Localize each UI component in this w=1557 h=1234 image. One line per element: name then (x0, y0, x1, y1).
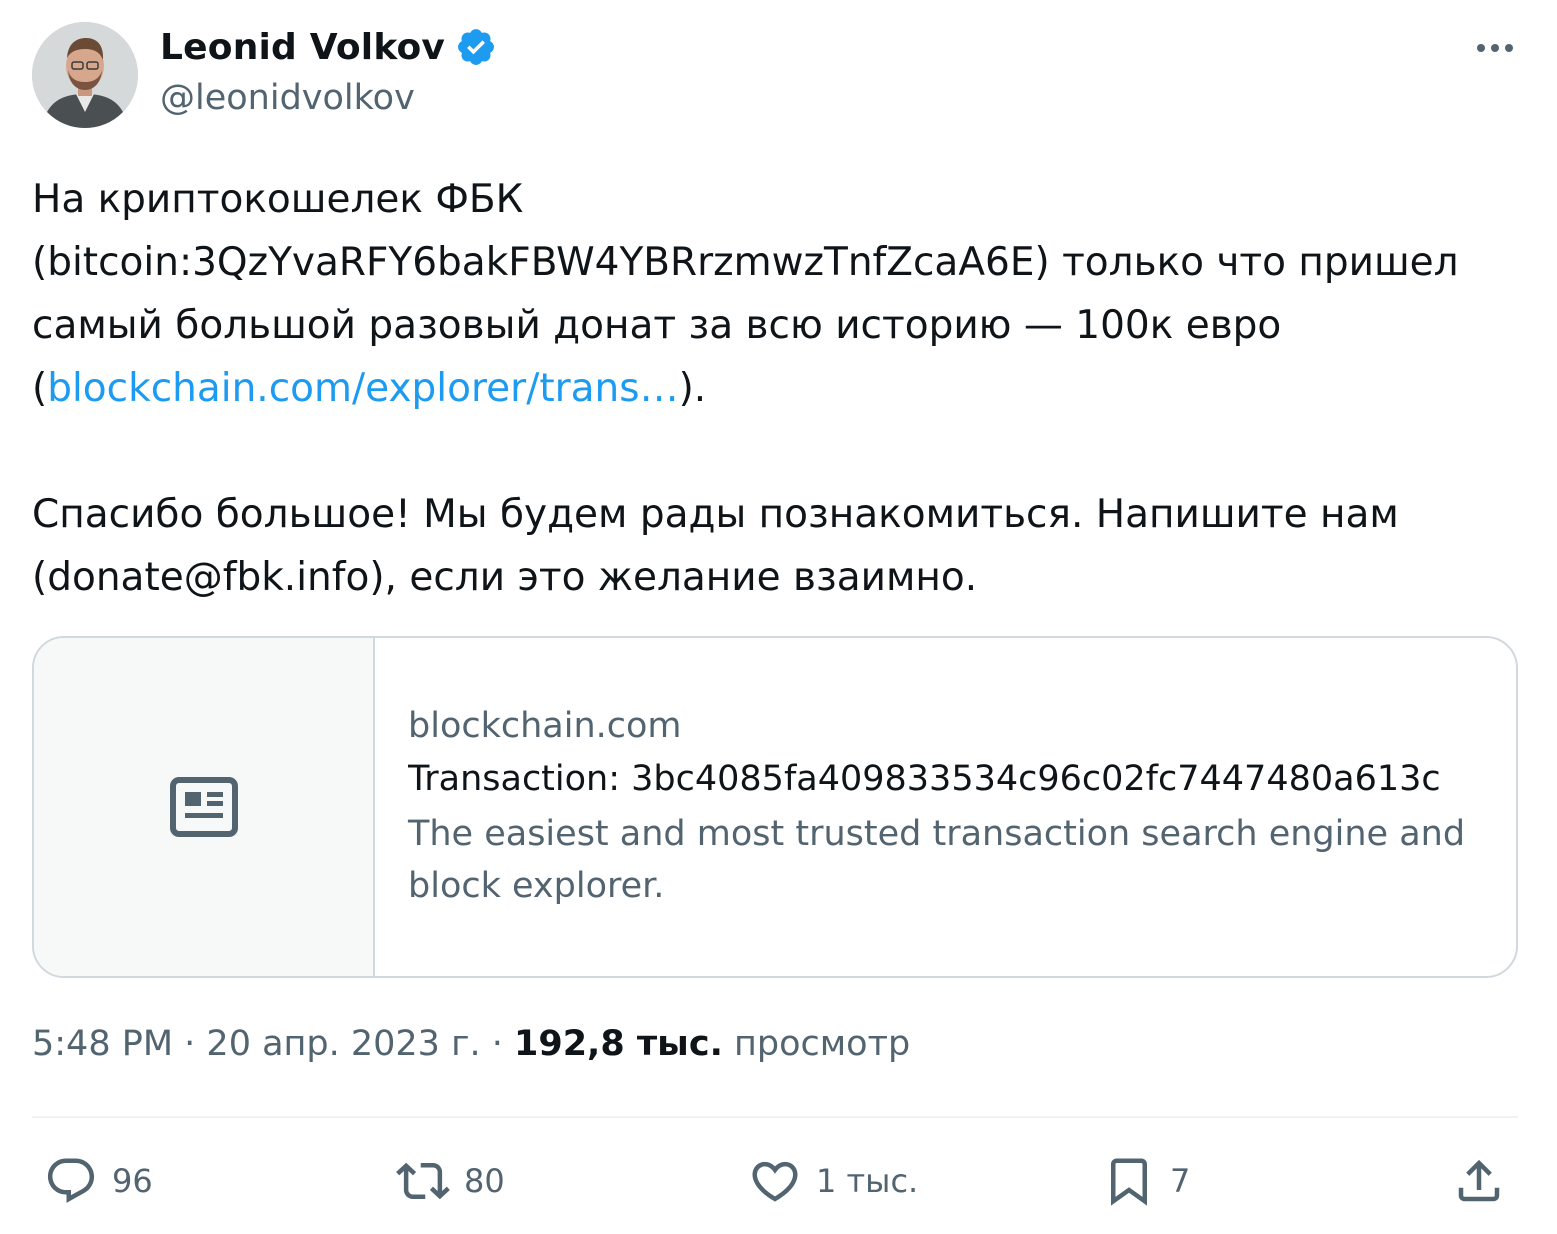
divider (32, 1116, 1518, 1118)
link-card-title: Transaction: 3bc4085fa409833534c96c02fc7… (408, 759, 1441, 799)
repost-button[interactable]: 80 (396, 1150, 505, 1212)
views-count: 192,8 тыс. (514, 1024, 723, 1064)
like-button[interactable]: 1 тыс. (748, 1150, 918, 1212)
tweet-link[interactable]: blockchain.com/explorer/trans… (47, 366, 678, 411)
more-icon (1477, 44, 1513, 52)
link-card-thumbnail (34, 638, 375, 976)
avatar-image (32, 22, 138, 128)
tweet-date[interactable]: 20 апр. 2023 г. (206, 1024, 480, 1064)
reply-count: 96 (112, 1162, 153, 1200)
tweet-time[interactable]: 5:48 PM (32, 1024, 173, 1064)
author-handle[interactable]: @leonidvolkov (160, 78, 415, 118)
author-name-row[interactable]: Leonid Volkov (160, 26, 497, 68)
reply-icon (47, 1158, 95, 1203)
article-icon (169, 777, 238, 837)
share-button[interactable] (1452, 1150, 1506, 1212)
repost-count: 80 (464, 1162, 505, 1200)
more-button[interactable] (1473, 30, 1517, 66)
bookmark-count: 7 (1170, 1162, 1191, 1200)
author-display-name[interactable]: Leonid Volkov (160, 27, 445, 68)
bookmark-icon (1111, 1158, 1147, 1206)
meta-separator: · (480, 1024, 514, 1064)
reply-button[interactable]: 96 (44, 1150, 153, 1212)
repost-icon (396, 1162, 450, 1200)
meta-separator: · (173, 1024, 207, 1064)
link-card[interactable]: blockchain.com Transaction: 3bc4085fa409… (32, 636, 1518, 978)
share-icon (1458, 1159, 1500, 1202)
link-card-description: The easiest and most trusted transaction… (408, 814, 1466, 906)
link-card-domain: blockchain.com (408, 706, 682, 746)
verified-badge-icon (458, 29, 495, 65)
tweet-text: На криптокошелек ФБК (bitcoin:3QzYvaRFY6… (32, 168, 1522, 609)
tweet-meta: 5:48 PM · 20 апр. 2023 г. · 192,8 тыс. п… (32, 1024, 910, 1064)
avatar[interactable] (32, 22, 138, 128)
bookmark-button[interactable]: 7 (1102, 1150, 1190, 1212)
like-count: 1 тыс. (816, 1162, 919, 1200)
link-card-body: blockchain.com Transaction: 3bc4085fa409… (408, 702, 1488, 912)
views-label: просмотр (734, 1024, 911, 1064)
like-icon (752, 1161, 798, 1202)
